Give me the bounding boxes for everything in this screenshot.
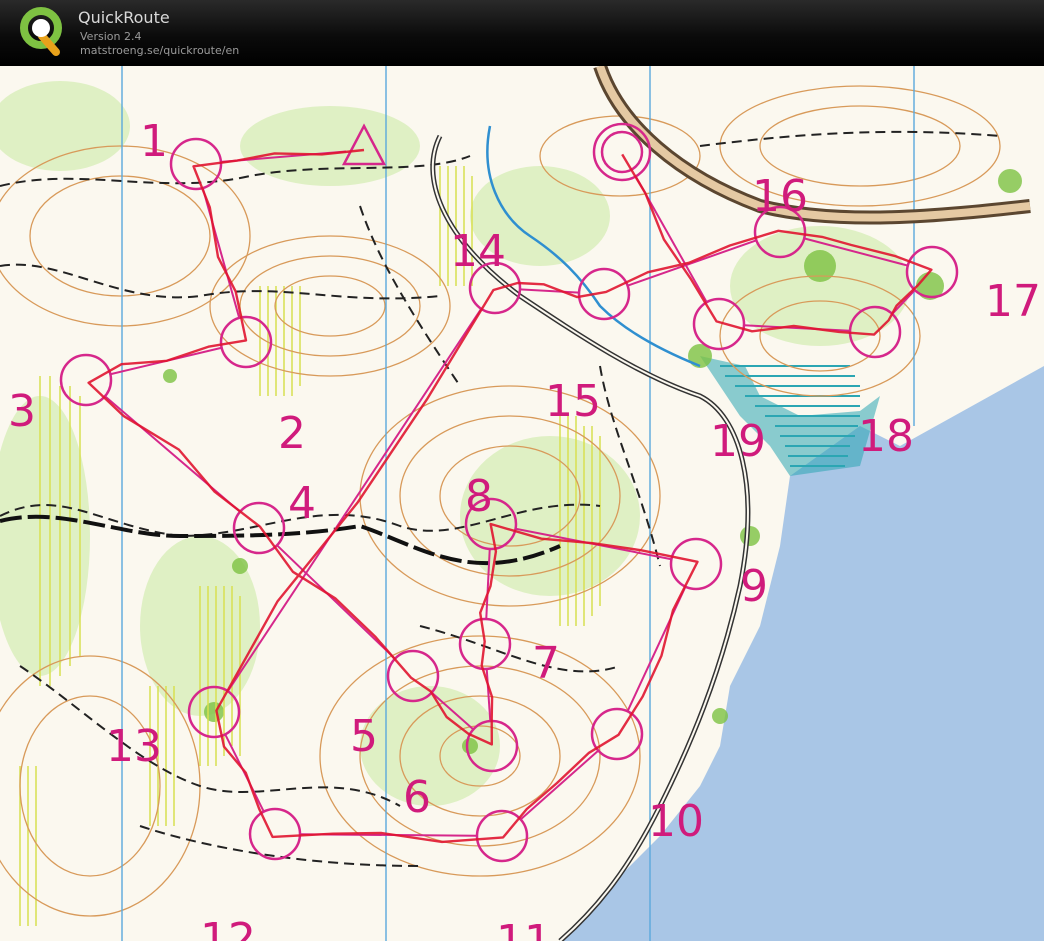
control-label-5: 5 (350, 711, 378, 762)
control-label-13: 13 (106, 721, 162, 772)
quickroute-logo-icon (20, 7, 62, 56)
title-bar: QuickRoute Version 2.4 matstroeng.se/qui… (0, 0, 1044, 66)
orienteering-map[interactable]: 12345678910111213141516171819 (0, 66, 1044, 941)
map-canvas: 12345678910111213141516171819 (0, 66, 1044, 941)
control-label-17: 17 (985, 276, 1041, 327)
control-label-4: 4 (288, 478, 316, 529)
app-name: QuickRoute (78, 8, 170, 27)
control-label-16: 16 (752, 171, 808, 222)
control-label-8: 8 (465, 471, 493, 522)
control-label-6: 6 (403, 772, 431, 823)
app-version: Version 2.4 (80, 30, 142, 43)
control-label-18: 18 (858, 411, 914, 462)
control-label-3: 3 (8, 386, 36, 437)
control-label-9: 9 (740, 561, 768, 612)
control-label-11: 11 (496, 916, 552, 941)
control-label-19: 19 (710, 416, 766, 467)
control-label-15: 15 (545, 376, 601, 427)
control-label-2: 2 (278, 408, 306, 459)
control-label-14: 14 (450, 226, 506, 277)
control-label-7: 7 (532, 638, 560, 689)
control-label-12: 12 (200, 914, 256, 941)
app-url: matstroeng.se/quickroute/en (80, 44, 240, 57)
control-label-10: 10 (648, 796, 704, 847)
control-label-1: 1 (140, 116, 168, 167)
